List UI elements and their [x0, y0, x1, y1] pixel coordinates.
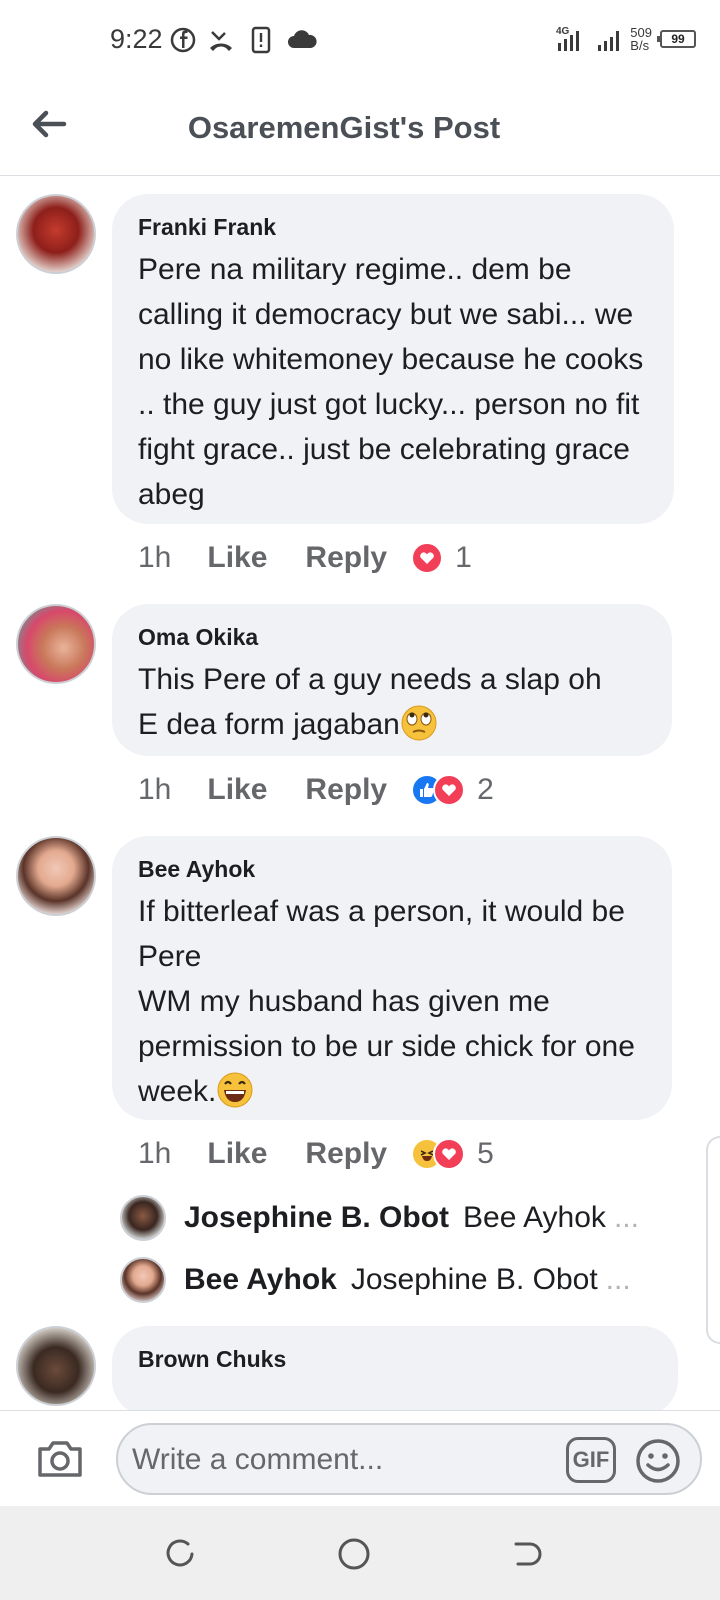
reply-preview-text: Bee Ayhok — [463, 1201, 606, 1234]
comment-input[interactable]: Write a comment... GIF — [116, 1423, 702, 1495]
reply-preview-row[interactable]: Bee Ayhok Josephine B. Obot ... — [120, 1256, 631, 1304]
gif-button[interactable]: GIF — [566, 1437, 616, 1483]
status-bar: 9:22 4G 509 B/s 99 — [0, 0, 720, 80]
comment-author[interactable]: Oma Okika — [138, 624, 646, 651]
app-header: OsaremenGist's Post — [0, 80, 720, 176]
comment-input-placeholder: Write a comment... — [132, 1443, 384, 1476]
reply-button[interactable]: Reply — [305, 773, 387, 807]
eye-roll-emoji-icon — [401, 705, 437, 741]
comment-text: This Pere of a guy needs a slap oh E dea… — [138, 663, 602, 741]
missed-call-icon — [210, 31, 232, 51]
comment-bubble: Brown Chuks — [112, 1326, 678, 1416]
camera-icon[interactable] — [34, 1433, 86, 1485]
network-speed: 509 B/s — [630, 25, 652, 53]
page-title: OsaremenGist's Post — [187, 110, 501, 145]
scroll-handle[interactable] — [706, 1136, 720, 1344]
reply-ellipsis: ... — [613, 1201, 639, 1234]
reply-preview-row[interactable]: Josephine B. Obot Bee Ayhok ... — [120, 1194, 639, 1242]
status-time: 9:22 — [110, 24, 163, 54]
emoji-icon[interactable] — [634, 1437, 682, 1485]
phone-alert-icon — [251, 26, 271, 54]
comment-author[interactable]: Brown Chuks — [138, 1346, 652, 1373]
svg-text:4G: 4G — [556, 26, 570, 37]
signal-4g-icon: 4G — [556, 26, 580, 51]
battery-icon: 99 — [657, 30, 696, 48]
comment-time: 1h — [138, 1137, 172, 1170]
reply-button[interactable]: Reply — [305, 541, 387, 575]
reply-preview-text: Josephine B. Obot — [350, 1263, 598, 1296]
reaction-count[interactable]: 2 — [477, 773, 494, 807]
reply-ellipsis: ... — [605, 1263, 631, 1296]
reply-button[interactable]: Reply — [305, 1137, 387, 1171]
heart-reaction-icon[interactable] — [433, 774, 466, 806]
comment-actions: 1h Like Reply 2 — [138, 770, 494, 810]
like-button[interactable]: Like — [207, 1137, 267, 1171]
avatar[interactable] — [16, 836, 96, 916]
avatar[interactable] — [120, 1195, 166, 1241]
comment-actions: 1h Like Reply 1 — [138, 538, 472, 578]
comment-time: 1h — [138, 541, 172, 574]
back-nav-icon[interactable] — [508, 1536, 544, 1572]
comment-bubble: Oma Okika This Pere of a guy needs a sla… — [112, 604, 672, 756]
grinning-emoji-icon — [217, 1072, 253, 1108]
like-button[interactable]: Like — [207, 541, 267, 575]
facebook-notification-icon — [170, 27, 196, 53]
comment-time: 1h — [138, 773, 172, 806]
reaction-count[interactable]: 1 — [455, 541, 472, 575]
comment-text: Pere na military regime.. dem be calling… — [138, 253, 644, 511]
comment-bubble: Bee Ayhok If bitterleaf was a person, it… — [112, 836, 672, 1120]
heart-reaction-icon[interactable] — [411, 542, 444, 574]
reply-author[interactable]: Josephine B. Obot — [184, 1201, 449, 1235]
reaction-count[interactable]: 5 — [477, 1137, 494, 1171]
avatar[interactable] — [16, 194, 96, 274]
heart-reaction-icon[interactable] — [433, 1138, 466, 1170]
cloud-icon — [288, 30, 317, 48]
comment-author[interactable]: Franki Frank — [138, 214, 648, 241]
like-button[interactable]: Like — [207, 773, 267, 807]
avatar[interactable] — [120, 1257, 166, 1303]
status-right-group: 4G 509 B/s 99 — [556, 22, 696, 56]
comment-author[interactable]: Bee Ayhok — [138, 856, 646, 883]
comment-text: If bitterleaf was a person, it would be … — [138, 895, 635, 1108]
recent-apps-icon[interactable] — [162, 1536, 198, 1572]
home-icon[interactable] — [336, 1536, 372, 1572]
avatar[interactable] — [16, 604, 96, 684]
avatar[interactable] — [16, 1326, 96, 1406]
system-nav-bar — [0, 1506, 720, 1600]
signal-bars-icon — [598, 31, 620, 51]
reply-author[interactable]: Bee Ayhok — [184, 1263, 337, 1297]
comment-composer: Write a comment... GIF — [0, 1410, 720, 1506]
comment-actions: 1h Like Reply 5 — [138, 1134, 494, 1174]
comment-bubble: Franki Frank Pere na military regime.. d… — [112, 194, 674, 524]
